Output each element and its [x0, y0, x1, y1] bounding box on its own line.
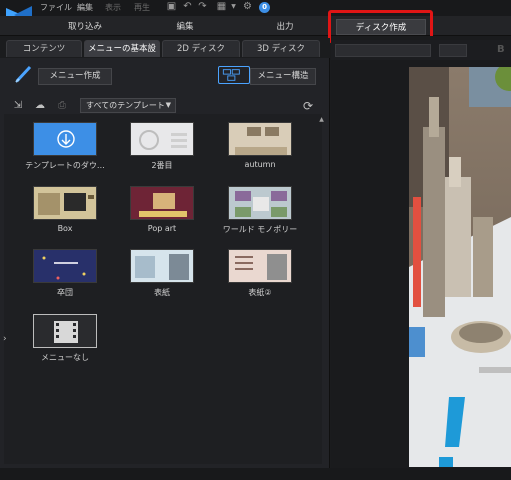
template-label: 表紙 [154, 288, 170, 297]
disc-sub-tabs: コンテンツ メニューの基本設定 2D ディスク 3D ディスク [0, 38, 330, 70]
template-label: ワールド モノポリー [222, 225, 298, 234]
template-popart-thumb[interactable] [130, 186, 194, 220]
tab-menu-settings[interactable]: メニューの基本設定 [84, 40, 160, 70]
template-label: autumn [244, 160, 276, 169]
film-icon [54, 321, 78, 343]
gear-icon[interactable]: ⚙ [242, 1, 253, 12]
refresh-icon[interactable]: ⟳ [302, 100, 314, 112]
template-art [229, 123, 291, 155]
mode-tab-bar: 取り込み 編集 出力 ディスク作成 [0, 16, 511, 36]
menu-file[interactable]: ファイル [40, 2, 72, 13]
cloud-icon[interactable]: ☁ [34, 100, 46, 112]
template-label: メニューなし [41, 353, 89, 362]
chevron-down-icon[interactable]: ▼ [228, 1, 239, 12]
template-sotsudan-thumb[interactable] [33, 249, 97, 283]
menu-preview-image [409, 67, 511, 467]
template-cover-thumb[interactable] [130, 249, 194, 283]
template-art [229, 187, 291, 219]
menu-view[interactable]: 表示 [105, 2, 121, 13]
template-scrollbar[interactable]: ▲ [318, 116, 325, 466]
template-label: 2番目 [151, 161, 173, 170]
create-menu-button[interactable]: メニュー作成 [38, 68, 112, 85]
template-art [229, 250, 291, 282]
bold-icon[interactable]: B [497, 44, 505, 55]
chevron-right-icon[interactable]: › [3, 332, 11, 346]
template-download-thumb[interactable] [33, 122, 97, 156]
template-art [131, 187, 193, 219]
save-icon[interactable]: ▣ [166, 1, 177, 12]
template-art [34, 250, 96, 282]
template-2nd-thumb[interactable] [130, 122, 194, 156]
menu-structure-button[interactable]: メニュー構造 [250, 68, 316, 85]
template-autumn-thumb[interactable] [228, 122, 292, 156]
menu-template-panel: メニュー作成 メニュー構造 ⇲ ☁ ⎙ すべてのテンプレート ▼ ⟳ テンプレー… [0, 58, 330, 468]
template-art [131, 250, 193, 282]
template-label: Box [57, 224, 73, 233]
tab-edit[interactable]: 編集 [140, 19, 230, 35]
tab-capture[interactable]: 取り込み [40, 19, 130, 35]
template-label: 卒団 [57, 288, 73, 297]
template-grid: テンプレートのダウ… 2番目 autumn Box Pop art ワールド モ… [4, 114, 322, 464]
font-size-select[interactable] [439, 44, 467, 57]
template-box-thumb[interactable] [33, 186, 97, 220]
template-label: Pop art [147, 224, 177, 233]
text-format-toolbar: B [331, 40, 511, 60]
menu-play[interactable]: 再生 [134, 2, 150, 13]
pencil-icon [15, 65, 32, 83]
download-icon [57, 130, 75, 148]
tab-3d-disc[interactable]: 3D ディスク [242, 40, 320, 57]
menu-edit[interactable]: 編集 [77, 2, 93, 13]
import-icon[interactable]: ⇲ [12, 100, 24, 112]
template-art [139, 130, 187, 150]
menu-structure-icon [218, 66, 250, 84]
scroll-up-icon[interactable]: ▲ [318, 116, 325, 124]
template-filter-dropdown[interactable]: すべてのテンプレート ▼ [80, 98, 176, 113]
chevron-down-icon: ▼ [165, 101, 171, 109]
print-icon[interactable]: ⎙ [56, 100, 68, 112]
tab-content[interactable]: コンテンツ [6, 40, 82, 57]
notification-badge[interactable]: 0 [259, 2, 270, 13]
title-menu-bar: ファイル 編集 表示 再生 ▣ ↶ ↷ ▦ ▼ ⚙ 0 [0, 0, 511, 24]
font-select[interactable] [335, 44, 431, 57]
template-worldmonopoly-thumb[interactable] [228, 186, 292, 220]
redo-icon[interactable]: ↷ [197, 1, 208, 12]
undo-icon[interactable]: ↶ [182, 1, 193, 12]
tab-2d-disc[interactable]: 2D ディスク [162, 40, 240, 57]
layout-icon[interactable]: ▦ [216, 1, 227, 12]
template-filter-value: すべてのテンプレート [86, 101, 165, 110]
template-none-thumb[interactable] [33, 314, 97, 348]
template-label: 表紙② [248, 288, 272, 297]
template-art [34, 187, 96, 219]
template-cover2-thumb[interactable] [228, 249, 292, 283]
bottom-strip [0, 468, 511, 480]
template-label: テンプレートのダウ… [25, 161, 105, 170]
preview-panel: B [331, 36, 511, 480]
tab-produce[interactable]: 出力 [240, 19, 330, 35]
